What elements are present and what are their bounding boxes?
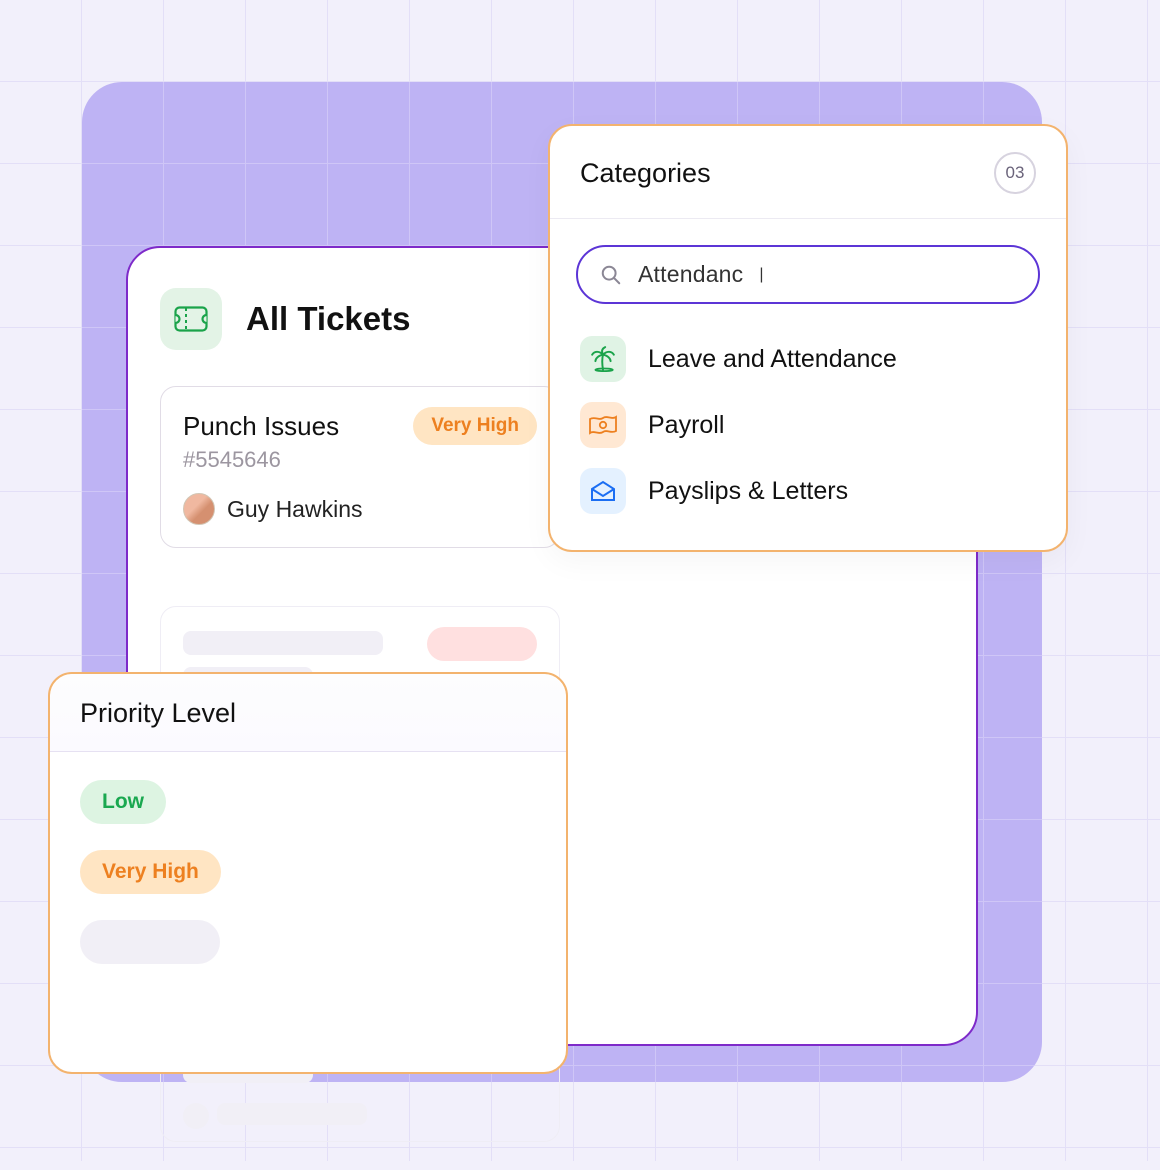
categories-header: Categories 03 [550,126,1066,219]
category-label: Leave and Attendance [648,345,897,374]
categories-popover: Categories 03 Attendanc | Leave and Atte… [548,124,1068,552]
category-label: Payslips & Letters [648,477,848,506]
palm-tree-icon [580,336,626,382]
priority-title: Priority Level [80,698,536,729]
ticket-id: #5545646 [183,447,537,473]
tickets-title: All Tickets [246,300,410,338]
categories-search-input[interactable]: Attendanc | [576,245,1040,304]
money-icon [580,402,626,448]
categories-title: Categories [580,158,711,189]
category-item-leave[interactable]: Leave and Attendance [576,326,1040,392]
ticket-item[interactable]: Punch Issues Very High #5545646 Guy Hawk… [160,386,560,548]
categories-count-badge: 03 [994,152,1036,194]
assignee-name: Guy Hawkins [227,496,362,523]
ticket-icon [174,306,208,332]
priority-chip-skeleton [80,920,220,964]
text-cursor: | [759,266,763,284]
envelope-icon [580,468,626,514]
avatar [183,493,215,525]
category-item-payslips[interactable]: Payslips & Letters [576,458,1040,524]
priority-popover: Priority Level Low Very High [48,672,568,1074]
priority-badge: Very High [413,407,537,445]
tickets-icon-wrap [160,288,222,350]
category-item-payroll[interactable]: Payroll [576,392,1040,458]
category-label: Payroll [648,411,724,440]
priority-header: Priority Level [50,674,566,752]
ticket-assignee: Guy Hawkins [183,493,537,525]
ticket-name: Punch Issues [183,411,339,442]
search-icon [600,264,622,286]
priority-chip-low[interactable]: Low [80,780,166,824]
search-value: Attendanc [638,261,743,288]
priority-chip-very-high[interactable]: Very High [80,850,221,894]
